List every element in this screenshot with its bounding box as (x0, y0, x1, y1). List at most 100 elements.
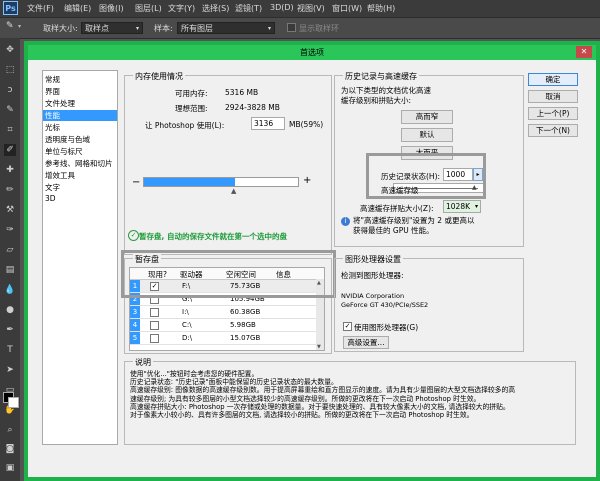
gpu-settings-title: 图形处理器设置 (343, 254, 403, 265)
drive-cell: I:\ (178, 305, 226, 319)
nav-item-interface[interactable]: 界面 (45, 86, 60, 97)
eraser-tool-icon[interactable]: ▱ (4, 244, 16, 256)
memory-use-input[interactable]: 3136 (251, 117, 285, 130)
lasso-tool-icon[interactable]: ↄ (4, 84, 16, 96)
type-tool-icon[interactable]: T (4, 344, 16, 356)
sample-select[interactable]: 所有图层 ▾ (177, 22, 275, 34)
gpu-detected-label: 检测到图形处理器: (341, 271, 404, 280)
menu-select[interactable]: 选择(S) (202, 3, 229, 14)
brush-tool-icon[interactable]: ✏ (4, 184, 16, 196)
history-brush-tool-icon[interactable]: ✑ (4, 224, 16, 236)
memory-usage-group: 内存使用情况 可用内存: 5316 MB 理想范围: 2924-3828 MB … (124, 71, 332, 255)
menu-file[interactable]: 文件(F) (27, 3, 54, 14)
blur-tool-icon[interactable]: 💧 (4, 284, 16, 296)
info-check-icon: ✓ (128, 230, 139, 241)
table-row[interactable]: 5 D:\ 15.07GB (130, 331, 316, 345)
table-row[interactable]: 3 I:\ 60.38GB (130, 305, 316, 319)
pen-tool-icon[interactable]: ✒ (4, 324, 16, 336)
chevron-down-icon: ▾ (135, 25, 139, 32)
nav-item-guides[interactable]: 参考线、网格和切片 (45, 158, 113, 169)
scroll-down-icon[interactable]: ▼ (317, 344, 321, 350)
menu-view[interactable]: 视图(V) (297, 3, 325, 14)
preferences-dialog: 首选项 ✕ 常规 界面 文件处理 性能 光标 透明度与色域 单位与标尺 参考线、… (24, 41, 600, 481)
info-cell (280, 331, 316, 345)
use-gpu-checkbox[interactable]: ✓ (343, 322, 352, 331)
move-tool-icon[interactable]: ✥ (4, 44, 16, 56)
options-bar: ✎ ▾ 取样大小: 取样点 ▾ 样本: 所有图层 ▾ 显示取样环 (0, 17, 600, 39)
use-gpu-label: 使用图形处理器(G) (354, 323, 419, 332)
sample-size-value: 取样点 (85, 24, 109, 33)
previous-button[interactable]: 上一个(P) (528, 107, 578, 120)
crop-tool-icon[interactable]: ⌗ (4, 124, 16, 136)
row-index: 4 (130, 318, 140, 332)
menu-layer[interactable]: 图层(L) (135, 3, 162, 14)
nav-item-type[interactable]: 文字 (45, 182, 60, 193)
gpu-model: GeForce GT 430/PCIe/SSE2 (341, 301, 429, 309)
nav-item-units[interactable]: 单位与标尺 (45, 146, 83, 157)
menu-help[interactable]: 帮助(H) (367, 3, 395, 14)
marquee-tool-icon[interactable]: ⬚ (4, 64, 16, 76)
close-icon[interactable]: ✕ (576, 46, 592, 58)
table-row[interactable]: 4 C:\ 5.98GB (130, 318, 316, 332)
memory-slider-fill (144, 178, 235, 186)
nav-item-performance[interactable]: 性能 (43, 110, 117, 121)
free-space-cell: 5.98GB (226, 318, 280, 332)
free-space-cell: 60.38GB (226, 305, 280, 319)
advanced-settings-button[interactable]: 高级设置... (343, 336, 389, 349)
menu-type[interactable]: 文字(Y) (168, 3, 195, 14)
gradient-tool-icon[interactable]: ▤ (4, 264, 16, 276)
tool-preset-arrow-icon[interactable]: ▾ (18, 23, 21, 30)
menu-filter[interactable]: 滤镜(T) (235, 3, 262, 14)
ok-button[interactable]: 确定 (528, 73, 578, 86)
next-button[interactable]: 下一个(N) (528, 124, 578, 137)
ideal-range-label: 理想范围: (175, 104, 208, 113)
eyedropper-tool-icon[interactable]: ✐ (4, 144, 16, 156)
gpu-cache-note: 将"高速缓存级别"设置为 2 或更高以获得最佳的 GPU 性能。 (353, 216, 475, 235)
tall-thin-button[interactable]: 高而窄 (401, 110, 453, 124)
cache-tile-size-value: 1028K (446, 202, 471, 211)
gpu-settings-group: 图形处理器设置 检测到图形处理器: NVIDIA Corporation GeF… (334, 254, 524, 352)
memory-slider-thumb[interactable]: ▲ (231, 187, 236, 195)
zoom-tool-icon[interactable]: ⌕ (4, 424, 16, 436)
active-checkbox[interactable] (150, 307, 159, 317)
scratch-disk-callout (121, 250, 336, 298)
sample-size-select[interactable]: 取样点 ▾ (81, 22, 143, 34)
nav-item-transparency[interactable]: 透明度与色域 (45, 134, 90, 145)
healing-tool-icon[interactable]: ✚ (4, 164, 16, 176)
history-cache-description: 为以下类型的文档优化高速缓存级别和拼贴大小: (341, 86, 431, 105)
dodge-tool-icon[interactable]: ● (4, 304, 16, 316)
default-button[interactable]: 默认 (401, 128, 453, 142)
menu-3d[interactable]: 3D(D) (270, 3, 294, 12)
row-index: 5 (130, 331, 140, 345)
chevron-down-icon: ▾ (267, 25, 271, 32)
memory-usage-title: 内存使用情况 (133, 71, 185, 82)
active-checkbox[interactable] (150, 333, 159, 343)
background-color-swatch[interactable] (8, 397, 19, 408)
sample-label: 样本: (154, 24, 173, 33)
quick-mask-icon[interactable]: ◙ (4, 443, 16, 455)
cache-tile-size-label: 高速缓存拼贴大小(Z): (360, 204, 434, 213)
quick-select-tool-icon[interactable]: ✎ (4, 104, 16, 116)
menu-edit[interactable]: 编辑(E) (64, 3, 91, 14)
active-checkbox[interactable] (150, 320, 159, 330)
cache-tile-size-select[interactable]: 1028K ▾ (443, 200, 481, 213)
cancel-button[interactable]: 取消 (528, 90, 578, 103)
screen-mode-icon[interactable]: ▣ (4, 462, 16, 474)
nav-item-cursors[interactable]: 光标 (45, 122, 60, 133)
nav-item-file-handling[interactable]: 文件处理 (45, 98, 75, 109)
explanation-group: 说明 使用"优化..."按钮时会考虑您的硬件配置。 历史记录状态: "历史记录"… (124, 357, 576, 445)
drive-cell: D:\ (178, 331, 226, 345)
memory-slider-track[interactable] (143, 177, 299, 187)
eyedropper-icon[interactable]: ✎ (6, 21, 14, 31)
dialog-title: 首选项 (28, 45, 596, 60)
nav-item-3d[interactable]: 3D (45, 194, 56, 203)
clone-stamp-tool-icon[interactable]: ⚒ (4, 204, 16, 216)
nav-item-plugins[interactable]: 增效工具 (45, 170, 75, 181)
path-select-tool-icon[interactable]: ➤ (4, 364, 16, 376)
menu-window[interactable]: 窗口(W) (332, 3, 362, 14)
history-cache-title: 历史记录与高速缓存 (343, 71, 419, 82)
tools-panel: ✥ ⬚ ↄ ✎ ⌗ ✐ ✚ ✏ ⚒ ✑ ▱ ▤ 💧 ● ✒ T ➤ ▭ ✋ ⌕ … (0, 38, 20, 481)
show-ring-checkbox[interactable] (287, 23, 296, 32)
menu-image[interactable]: 图像(I) (99, 3, 124, 14)
nav-item-general[interactable]: 常规 (45, 74, 60, 85)
